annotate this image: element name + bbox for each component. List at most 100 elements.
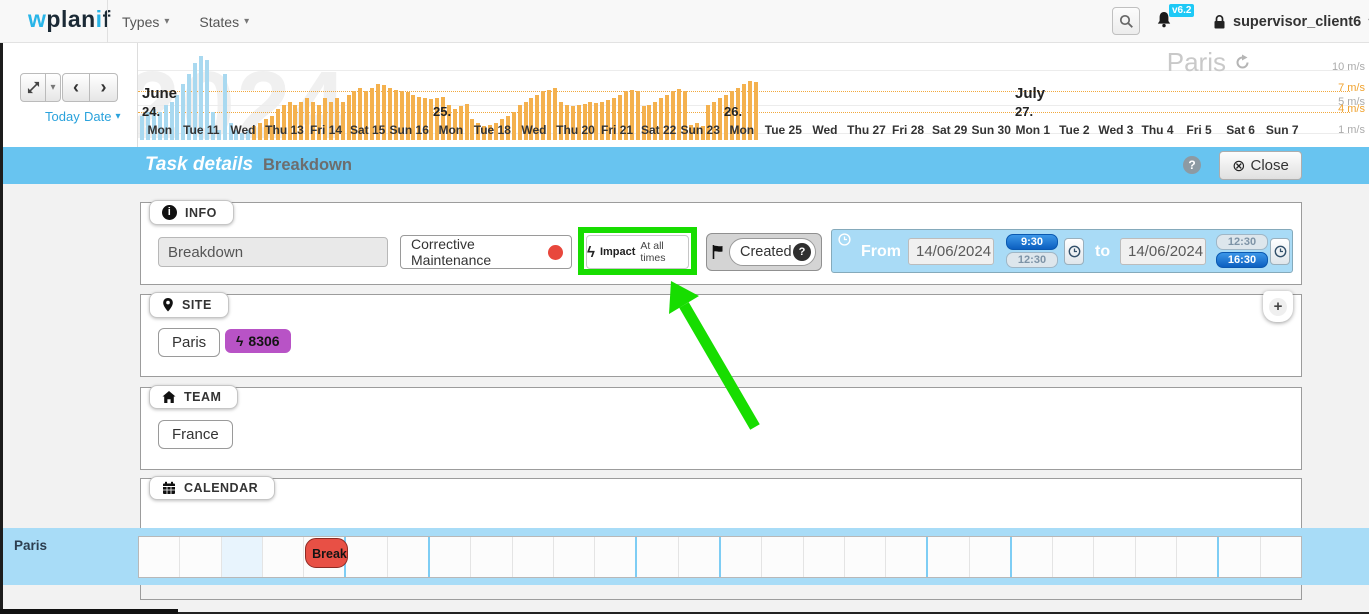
calendar-cell[interactable]: [1217, 537, 1260, 577]
calendar-cell[interactable]: [428, 537, 471, 577]
calendar-cell[interactable]: [554, 537, 595, 577]
calendar-cell[interactable]: Breakdown: [304, 537, 345, 577]
time-option[interactable]: 12:30: [1216, 234, 1268, 250]
time-option[interactable]: 9:30: [1006, 234, 1058, 250]
calendar-cell[interactable]: [222, 537, 263, 577]
calendar-cell[interactable]: [970, 537, 1011, 577]
calendar-cell[interactable]: [926, 537, 969, 577]
navbar-menus: Types▾ States▾: [122, 0, 249, 43]
chart-site-title: Paris: [1167, 47, 1251, 78]
calendar-cell[interactable]: [804, 537, 845, 577]
calendar-cell[interactable]: [1136, 537, 1177, 577]
tab-calendar: CALENDAR: [149, 476, 275, 500]
type-color-dot: [548, 245, 563, 260]
expand-button[interactable]: [20, 73, 46, 102]
refresh-icon[interactable]: [1234, 54, 1251, 71]
task-pill[interactable]: Breakdown: [305, 538, 348, 568]
day-label: Fri 21: [601, 123, 633, 137]
menu-label: States: [199, 14, 239, 30]
day-label: Sat 6: [1226, 123, 1255, 137]
from-time-picker-button[interactable]: [1064, 238, 1084, 265]
calendar-cell[interactable]: [1053, 537, 1094, 577]
menu-types[interactable]: Types▾: [122, 14, 169, 30]
calendar-cell[interactable]: [845, 537, 886, 577]
to-time-picker-button[interactable]: [1270, 238, 1290, 265]
help-icon[interactable]: ?: [1183, 156, 1201, 174]
chart-site-name: Paris: [1167, 47, 1226, 78]
task-type-label: Corrective Maintenance: [411, 236, 548, 268]
time-option[interactable]: 16:30: [1216, 252, 1268, 268]
month-label: June: [142, 85, 177, 102]
time-option[interactable]: 12:30: [1006, 252, 1058, 268]
brand-part: i: [96, 6, 103, 32]
day-label: Sun 7: [1266, 123, 1299, 137]
calendar-cell[interactable]: [388, 537, 429, 577]
date-link[interactable]: Date ▾: [84, 109, 121, 124]
calendar-cell[interactable]: [513, 537, 554, 577]
calendar-cell[interactable]: [1177, 537, 1218, 577]
from-date-input[interactable]: 14/06/2024: [908, 238, 994, 265]
day-label: Wed: [521, 123, 546, 137]
team-tag[interactable]: France: [158, 420, 233, 449]
user-menu[interactable]: supervisor_client6 ▾: [1213, 0, 1369, 43]
calendar-cell[interactable]: [344, 537, 387, 577]
calendar-cell[interactable]: [471, 537, 512, 577]
menu-states[interactable]: States▾: [199, 14, 249, 30]
close-button[interactable]: ⊗ Close: [1219, 151, 1302, 180]
day-label: Mon: [729, 123, 754, 137]
task-type-field[interactable]: Corrective Maintenance: [400, 235, 572, 269]
asset-tag[interactable]: ϟ 8306: [225, 329, 291, 353]
ytick-label: 7 m/s: [1338, 82, 1365, 94]
wind-bar: [512, 112, 516, 140]
map-pin-icon: [162, 297, 174, 313]
search-button[interactable]: [1112, 7, 1140, 35]
tab-team-label: TEAM: [184, 390, 221, 404]
calendar-cell[interactable]: [886, 537, 927, 577]
day-label: Tue 18: [474, 123, 511, 137]
next-button[interactable]: ›: [90, 73, 118, 102]
close-circle-icon: ⊗: [1232, 156, 1245, 176]
status-group: Created ?: [706, 233, 822, 271]
today-link[interactable]: Today: [45, 109, 80, 124]
calendar-cell[interactable]: [595, 537, 636, 577]
zoom-split-button: ▾: [20, 73, 61, 102]
calendar-cell[interactable]: [1010, 537, 1053, 577]
status-help-badge[interactable]: ?: [793, 243, 811, 261]
day-label: Thu 20: [556, 123, 595, 137]
prev-button[interactable]: ‹: [62, 73, 90, 102]
week-label: 24.: [142, 104, 160, 119]
notifications-button[interactable]: v6.2: [1155, 10, 1197, 34]
tab-calendar-label: CALENDAR: [184, 481, 258, 495]
day-label: Sun 16: [390, 123, 429, 137]
impact-label: Impact: [600, 246, 635, 258]
calendar-cell[interactable]: [762, 537, 803, 577]
calendar-cell[interactable]: [263, 537, 304, 577]
task-name-input[interactable]: Breakdown: [158, 237, 388, 267]
calendar-cell[interactable]: [139, 537, 180, 577]
chevron-down-icon: ▾: [115, 111, 120, 122]
tab-team: TEAM: [149, 385, 238, 409]
calendar-cell[interactable]: [1261, 537, 1301, 577]
site-tag[interactable]: Paris: [158, 328, 220, 357]
calendar-cell[interactable]: [1094, 537, 1135, 577]
brand-logo[interactable]: wplanif: [28, 6, 111, 33]
info-icon: i: [162, 205, 177, 220]
day-label: Sat 22: [641, 123, 676, 137]
day-label: Sun 30: [972, 123, 1011, 137]
to-time-options: 12:30 16:30: [1216, 234, 1268, 270]
calendar-cell[interactable]: [180, 537, 221, 577]
flag-icon: [712, 244, 724, 260]
day-label: Fri 14: [310, 123, 342, 137]
to-date-input[interactable]: 14/06/2024: [1120, 238, 1206, 265]
expand-options-button[interactable]: ▾: [46, 73, 61, 102]
impact-button[interactable]: ϟ Impact At all times: [586, 235, 689, 269]
add-site-button[interactable]: +: [1263, 291, 1293, 322]
calendar-cell[interactable]: [719, 537, 762, 577]
status-value: Created: [740, 244, 792, 260]
task-details-title: Task details: [145, 154, 253, 176]
calendar-cell[interactable]: [679, 537, 720, 577]
day-label: Thu 13: [265, 123, 304, 137]
calendar-cell[interactable]: [635, 537, 678, 577]
status-select[interactable]: Created ?: [729, 238, 816, 266]
day-label: Sun 23: [681, 123, 720, 137]
